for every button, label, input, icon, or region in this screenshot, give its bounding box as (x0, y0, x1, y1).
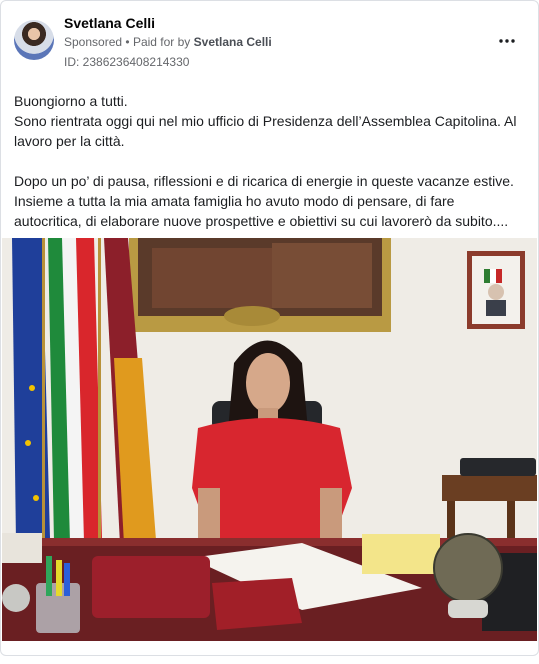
sponsored-meta: Sponsored • Paid for by Svetlana Celli (64, 35, 272, 49)
post-text-line-1: Buongiorno a tutti. (14, 93, 128, 109)
meta-separator: • (125, 35, 130, 49)
author-avatar[interactable] (14, 20, 54, 60)
sponsored-label: Sponsored (64, 35, 123, 49)
ad-post-card: Svetlana Celli Sponsored • Paid for by S… (0, 0, 539, 656)
post-text-line-2: Sono rientrata oggi qui nel mio ufficio … (14, 113, 517, 149)
more-options-button[interactable] (494, 28, 520, 54)
ad-id: ID: 2386236408214330 (64, 55, 190, 69)
office-photo-illustration (2, 238, 537, 641)
desk (2, 533, 537, 641)
painting (129, 238, 391, 332)
post-header: Svetlana Celli Sponsored • Paid for by S… (1, 1, 538, 81)
paid-for-prefix: Paid for by (132, 35, 191, 49)
more-horizontal-icon (499, 39, 515, 43)
post-text-line-3: Dopo un po’ di pausa, riflessioni e di r… (14, 173, 514, 229)
author-name[interactable]: Svetlana Celli (64, 15, 155, 31)
payer-name[interactable]: Svetlana Celli (194, 35, 272, 49)
post-text: Buongiorno a tutti. Sono rientrata oggi … (14, 91, 526, 231)
presidential-portrait (467, 251, 525, 329)
post-photo[interactable] (2, 238, 537, 641)
